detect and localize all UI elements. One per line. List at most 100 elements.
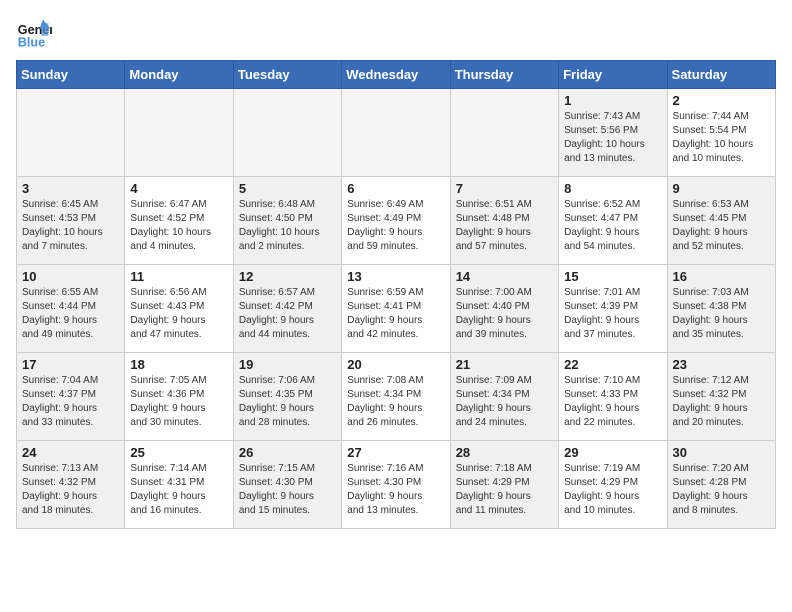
day-info: Sunrise: 7:44 AM Sunset: 5:54 PM Dayligh… bbox=[673, 110, 770, 166]
calendar-cell bbox=[450, 89, 558, 177]
day-info: Sunrise: 7:09 AM Sunset: 4:34 PM Dayligh… bbox=[456, 374, 553, 430]
calendar-cell: 13 Sunrise: 6:59 AM Sunset: 4:41 PM Dayli… bbox=[342, 265, 450, 353]
day-number: 15 bbox=[564, 269, 661, 284]
calendar-cell: 8 Sunrise: 6:52 AM Sunset: 4:47 PM Daylig… bbox=[559, 177, 667, 265]
day-number: 1 bbox=[564, 93, 661, 108]
calendar-cell: 24 Sunrise: 7:13 AM Sunset: 4:32 PM Dayli… bbox=[17, 441, 125, 529]
day-number: 22 bbox=[564, 357, 661, 372]
day-number: 7 bbox=[456, 181, 553, 196]
day-info: Sunrise: 7:00 AM Sunset: 4:40 PM Dayligh… bbox=[456, 286, 553, 342]
day-info: Sunrise: 7:15 AM Sunset: 4:30 PM Dayligh… bbox=[239, 462, 336, 518]
day-info: Sunrise: 7:03 AM Sunset: 4:38 PM Dayligh… bbox=[673, 286, 770, 342]
day-number: 6 bbox=[347, 181, 444, 196]
calendar-header-tuesday: Tuesday bbox=[233, 61, 341, 89]
day-number: 24 bbox=[22, 445, 119, 460]
day-info: Sunrise: 7:01 AM Sunset: 4:39 PM Dayligh… bbox=[564, 286, 661, 342]
day-info: Sunrise: 7:08 AM Sunset: 4:34 PM Dayligh… bbox=[347, 374, 444, 430]
calendar-cell: 19Sunrise: 7:06 AM Sunset: 4:35 PM Dayli… bbox=[233, 353, 341, 441]
day-info: Sunrise: 6:49 AM Sunset: 4:49 PM Dayligh… bbox=[347, 198, 444, 254]
calendar-header-row: SundayMondayTuesdayWednesdayThursdayFrid… bbox=[17, 61, 776, 89]
calendar-table: SundayMondayTuesdayWednesdayThursdayFrid… bbox=[16, 60, 776, 529]
day-number: 13 bbox=[347, 269, 444, 284]
day-info: Sunrise: 6:57 AM Sunset: 4:42 PM Dayligh… bbox=[239, 286, 336, 342]
day-info: Sunrise: 6:59 AM Sunset: 4:41 PM Dayligh… bbox=[347, 286, 444, 342]
calendar-cell: 9Sunrise: 6:53 AM Sunset: 4:45 PM Daylig… bbox=[667, 177, 775, 265]
calendar-cell bbox=[17, 89, 125, 177]
calendar-week-1: 1 Sunrise: 7:43 AM Sunset: 5:56 PM Daylig… bbox=[17, 89, 776, 177]
day-info: Sunrise: 6:56 AM Sunset: 4:43 PM Dayligh… bbox=[130, 286, 227, 342]
day-info: Sunrise: 7:05 AM Sunset: 4:36 PM Dayligh… bbox=[130, 374, 227, 430]
svg-text:Blue: Blue bbox=[18, 36, 45, 50]
day-info: Sunrise: 7:16 AM Sunset: 4:30 PM Dayligh… bbox=[347, 462, 444, 518]
day-number: 25 bbox=[130, 445, 227, 460]
day-info: Sunrise: 7:19 AM Sunset: 4:29 PM Dayligh… bbox=[564, 462, 661, 518]
page-header: General Blue bbox=[16, 16, 776, 52]
calendar-week-4: 17 Sunrise: 7:04 AM Sunset: 4:37 PM Dayli… bbox=[17, 353, 776, 441]
calendar-cell: 23Sunrise: 7:12 AM Sunset: 4:32 PM Dayli… bbox=[667, 353, 775, 441]
day-info: Sunrise: 7:13 AM Sunset: 4:32 PM Dayligh… bbox=[22, 462, 119, 518]
calendar-cell bbox=[233, 89, 341, 177]
day-info: Sunrise: 7:06 AM Sunset: 4:35 PM Dayligh… bbox=[239, 374, 336, 430]
calendar-header-monday: Monday bbox=[125, 61, 233, 89]
calendar-cell: 4 Sunrise: 6:47 AM Sunset: 4:52 PM Daylig… bbox=[125, 177, 233, 265]
day-number: 21 bbox=[456, 357, 553, 372]
calendar-cell: 15 Sunrise: 7:01 AM Sunset: 4:39 PM Dayli… bbox=[559, 265, 667, 353]
day-info: Sunrise: 7:10 AM Sunset: 4:33 PM Dayligh… bbox=[564, 374, 661, 430]
day-number: 26 bbox=[239, 445, 336, 460]
calendar-cell: 25 Sunrise: 7:14 AM Sunset: 4:31 PM Dayli… bbox=[125, 441, 233, 529]
calendar-cell: 3Sunrise: 6:45 AM Sunset: 4:53 PM Daylig… bbox=[17, 177, 125, 265]
calendar-cell: 7 Sunrise: 6:51 AM Sunset: 4:48 PM Daylig… bbox=[450, 177, 558, 265]
day-number: 18 bbox=[130, 357, 227, 372]
day-info: Sunrise: 6:47 AM Sunset: 4:52 PM Dayligh… bbox=[130, 198, 227, 254]
calendar-cell bbox=[125, 89, 233, 177]
day-number: 16 bbox=[673, 269, 770, 284]
calendar-cell: 11 Sunrise: 6:56 AM Sunset: 4:43 PM Dayli… bbox=[125, 265, 233, 353]
calendar-header-saturday: Saturday bbox=[667, 61, 775, 89]
calendar-cell: 6 Sunrise: 6:49 AM Sunset: 4:49 PM Daylig… bbox=[342, 177, 450, 265]
calendar-cell: 14Sunrise: 7:00 AM Sunset: 4:40 PM Dayli… bbox=[450, 265, 558, 353]
day-info: Sunrise: 7:14 AM Sunset: 4:31 PM Dayligh… bbox=[130, 462, 227, 518]
day-number: 8 bbox=[564, 181, 661, 196]
calendar-cell: 20 Sunrise: 7:08 AM Sunset: 4:34 PM Dayli… bbox=[342, 353, 450, 441]
day-number: 5 bbox=[239, 181, 336, 196]
day-number: 11 bbox=[130, 269, 227, 284]
day-info: Sunrise: 6:45 AM Sunset: 4:53 PM Dayligh… bbox=[22, 198, 119, 254]
day-number: 23 bbox=[673, 357, 770, 372]
day-number: 10 bbox=[22, 269, 119, 284]
day-number: 2 bbox=[673, 93, 770, 108]
calendar-week-5: 24 Sunrise: 7:13 AM Sunset: 4:32 PM Dayli… bbox=[17, 441, 776, 529]
day-info: Sunrise: 6:55 AM Sunset: 4:44 PM Dayligh… bbox=[22, 286, 119, 342]
day-info: Sunrise: 7:04 AM Sunset: 4:37 PM Dayligh… bbox=[22, 374, 119, 430]
calendar-cell: 27 Sunrise: 7:16 AM Sunset: 4:30 PM Dayli… bbox=[342, 441, 450, 529]
day-number: 20 bbox=[347, 357, 444, 372]
day-info: Sunrise: 6:52 AM Sunset: 4:47 PM Dayligh… bbox=[564, 198, 661, 254]
calendar-header-friday: Friday bbox=[559, 61, 667, 89]
day-number: 27 bbox=[347, 445, 444, 460]
calendar-header-sunday: Sunday bbox=[17, 61, 125, 89]
day-info: Sunrise: 6:51 AM Sunset: 4:48 PM Dayligh… bbox=[456, 198, 553, 254]
calendar-cell: 28 Sunrise: 7:18 AM Sunset: 4:29 PM Dayli… bbox=[450, 441, 558, 529]
day-number: 12 bbox=[239, 269, 336, 284]
calendar-cell: 26 Sunrise: 7:15 AM Sunset: 4:30 PM Dayli… bbox=[233, 441, 341, 529]
day-info: Sunrise: 6:53 AM Sunset: 4:45 PM Dayligh… bbox=[673, 198, 770, 254]
calendar-header-wednesday: Wednesday bbox=[342, 61, 450, 89]
day-number: 28 bbox=[456, 445, 553, 460]
calendar-cell: 30 Sunrise: 7:20 AM Sunset: 4:28 PM Dayli… bbox=[667, 441, 775, 529]
calendar-header-thursday: Thursday bbox=[450, 61, 558, 89]
day-number: 29 bbox=[564, 445, 661, 460]
calendar-cell: 22 Sunrise: 7:10 AM Sunset: 4:33 PM Dayli… bbox=[559, 353, 667, 441]
calendar-cell: 29 Sunrise: 7:19 AM Sunset: 4:29 PM Dayli… bbox=[559, 441, 667, 529]
day-info: Sunrise: 7:18 AM Sunset: 4:29 PM Dayligh… bbox=[456, 462, 553, 518]
calendar-cell: 17 Sunrise: 7:04 AM Sunset: 4:37 PM Dayli… bbox=[17, 353, 125, 441]
calendar-cell: 10 Sunrise: 6:55 AM Sunset: 4:44 PM Dayli… bbox=[17, 265, 125, 353]
logo-icon: General Blue bbox=[16, 16, 52, 52]
day-number: 30 bbox=[673, 445, 770, 460]
day-info: Sunrise: 6:48 AM Sunset: 4:50 PM Dayligh… bbox=[239, 198, 336, 254]
day-number: 4 bbox=[130, 181, 227, 196]
calendar-cell: 16 Sunrise: 7:03 AM Sunset: 4:38 PM Dayli… bbox=[667, 265, 775, 353]
day-number: 17 bbox=[22, 357, 119, 372]
day-info: Sunrise: 7:43 AM Sunset: 5:56 PM Dayligh… bbox=[564, 110, 661, 166]
calendar-cell: 1 Sunrise: 7:43 AM Sunset: 5:56 PM Daylig… bbox=[559, 89, 667, 177]
day-info: Sunrise: 7:20 AM Sunset: 4:28 PM Dayligh… bbox=[673, 462, 770, 518]
calendar-cell: 18 Sunrise: 7:05 AM Sunset: 4:36 PM Dayli… bbox=[125, 353, 233, 441]
